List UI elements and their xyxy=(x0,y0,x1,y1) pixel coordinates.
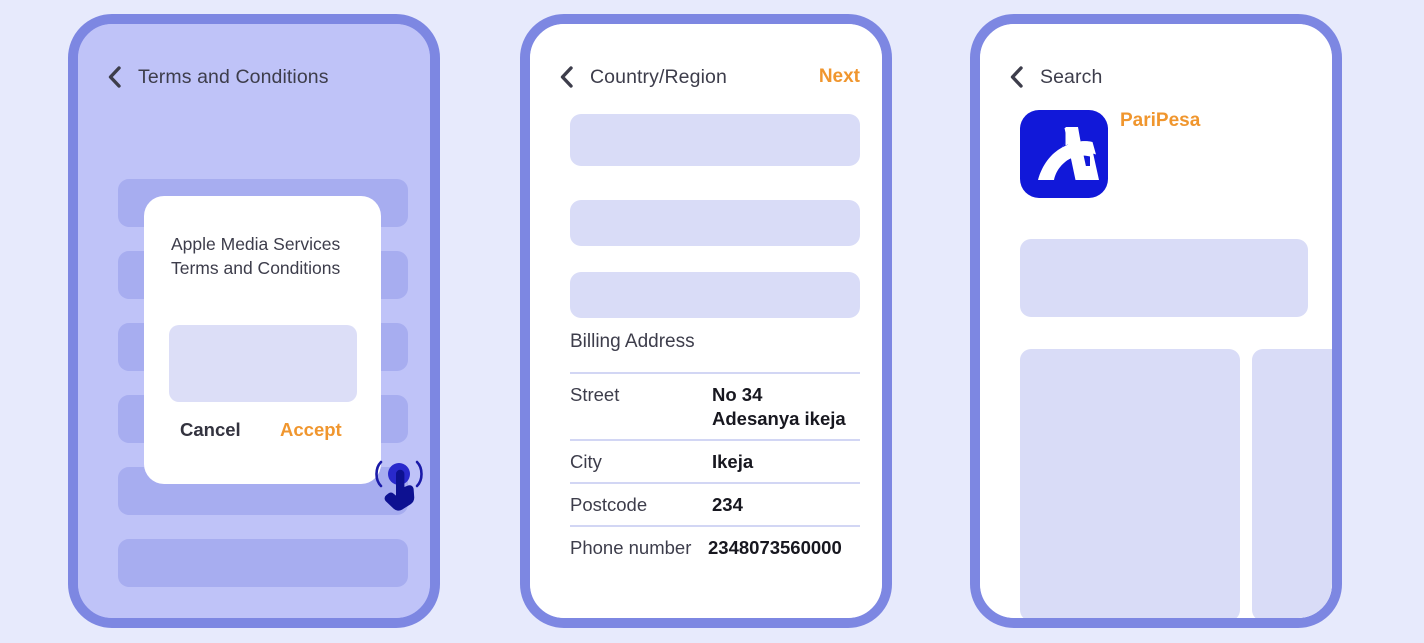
row-value: Ikeja xyxy=(712,451,754,472)
navbar-terms: Terms and Conditions xyxy=(106,62,408,92)
back-chevron-icon[interactable] xyxy=(1008,66,1024,88)
phone-frame-search: Search PariPesa xyxy=(970,14,1342,628)
accept-button[interactable]: Accept xyxy=(280,419,342,441)
paripesa-logo-glyph xyxy=(1038,127,1099,180)
back-chevron-icon[interactable] xyxy=(106,66,122,88)
table-row: Phone number 2348073560000 xyxy=(570,525,860,568)
page-title: Country/Region xyxy=(590,65,727,88)
screenshot-board: Terms and Conditions Apple Media Service… xyxy=(0,0,1424,643)
row-key: Postcode xyxy=(570,494,648,515)
form-field-placeholder[interactable] xyxy=(570,200,860,246)
table-row: Street No 34 Adesanya ikeja xyxy=(570,372,860,439)
table-row: Postcode 234 xyxy=(570,482,860,525)
list-item xyxy=(118,539,408,587)
screen-terms: Terms and Conditions Apple Media Service… xyxy=(78,24,430,618)
page-title: Search xyxy=(1040,65,1103,88)
back-chevron-icon[interactable] xyxy=(558,66,574,88)
row-key: City xyxy=(570,451,602,472)
dialog-body-placeholder xyxy=(169,325,357,402)
navbar-country-region: Country/Region Next xyxy=(558,62,860,92)
row-key: Phone number xyxy=(570,537,692,558)
billing-address-label: Billing Address xyxy=(570,331,695,352)
row-value: 2348073560000 xyxy=(708,537,842,558)
page-title: Terms and Conditions xyxy=(138,65,329,88)
form-field-placeholder[interactable] xyxy=(570,272,860,318)
billing-address-table: Street No 34 Adesanya ikeja City Ikeja P… xyxy=(570,372,860,568)
row-key: Street xyxy=(570,384,620,405)
row-value: No 34 Adesanya ikeja xyxy=(712,384,846,429)
navbar-search: Search xyxy=(1008,62,1310,92)
dialog-title: Apple Media Services Terms and Condition… xyxy=(171,234,341,278)
table-row: City Ikeja xyxy=(570,439,860,482)
app-screenshot-placeholder[interactable] xyxy=(1252,349,1332,618)
screen-country-region: Country/Region Next Billing Address Stre… xyxy=(530,24,882,618)
phone-frame-terms: Terms and Conditions Apple Media Service… xyxy=(68,14,440,628)
screen-search: Search PariPesa xyxy=(980,24,1332,618)
app-description-placeholder xyxy=(1020,239,1308,317)
phone-frame-country-region: Country/Region Next Billing Address Stre… xyxy=(520,14,892,628)
dialog-actions: Cancel Accept xyxy=(144,419,381,445)
app-name: PariPesa xyxy=(1120,110,1201,131)
paripesa-app-icon[interactable] xyxy=(1020,110,1108,198)
form-field-placeholder[interactable] xyxy=(570,114,860,166)
cancel-button[interactable]: Cancel xyxy=(180,419,241,441)
terms-dialog: Apple Media Services Terms and Condition… xyxy=(144,196,381,484)
next-button[interactable]: Next xyxy=(819,66,860,88)
app-screenshot-placeholder[interactable] xyxy=(1020,349,1240,618)
row-value: 234 xyxy=(712,494,743,515)
